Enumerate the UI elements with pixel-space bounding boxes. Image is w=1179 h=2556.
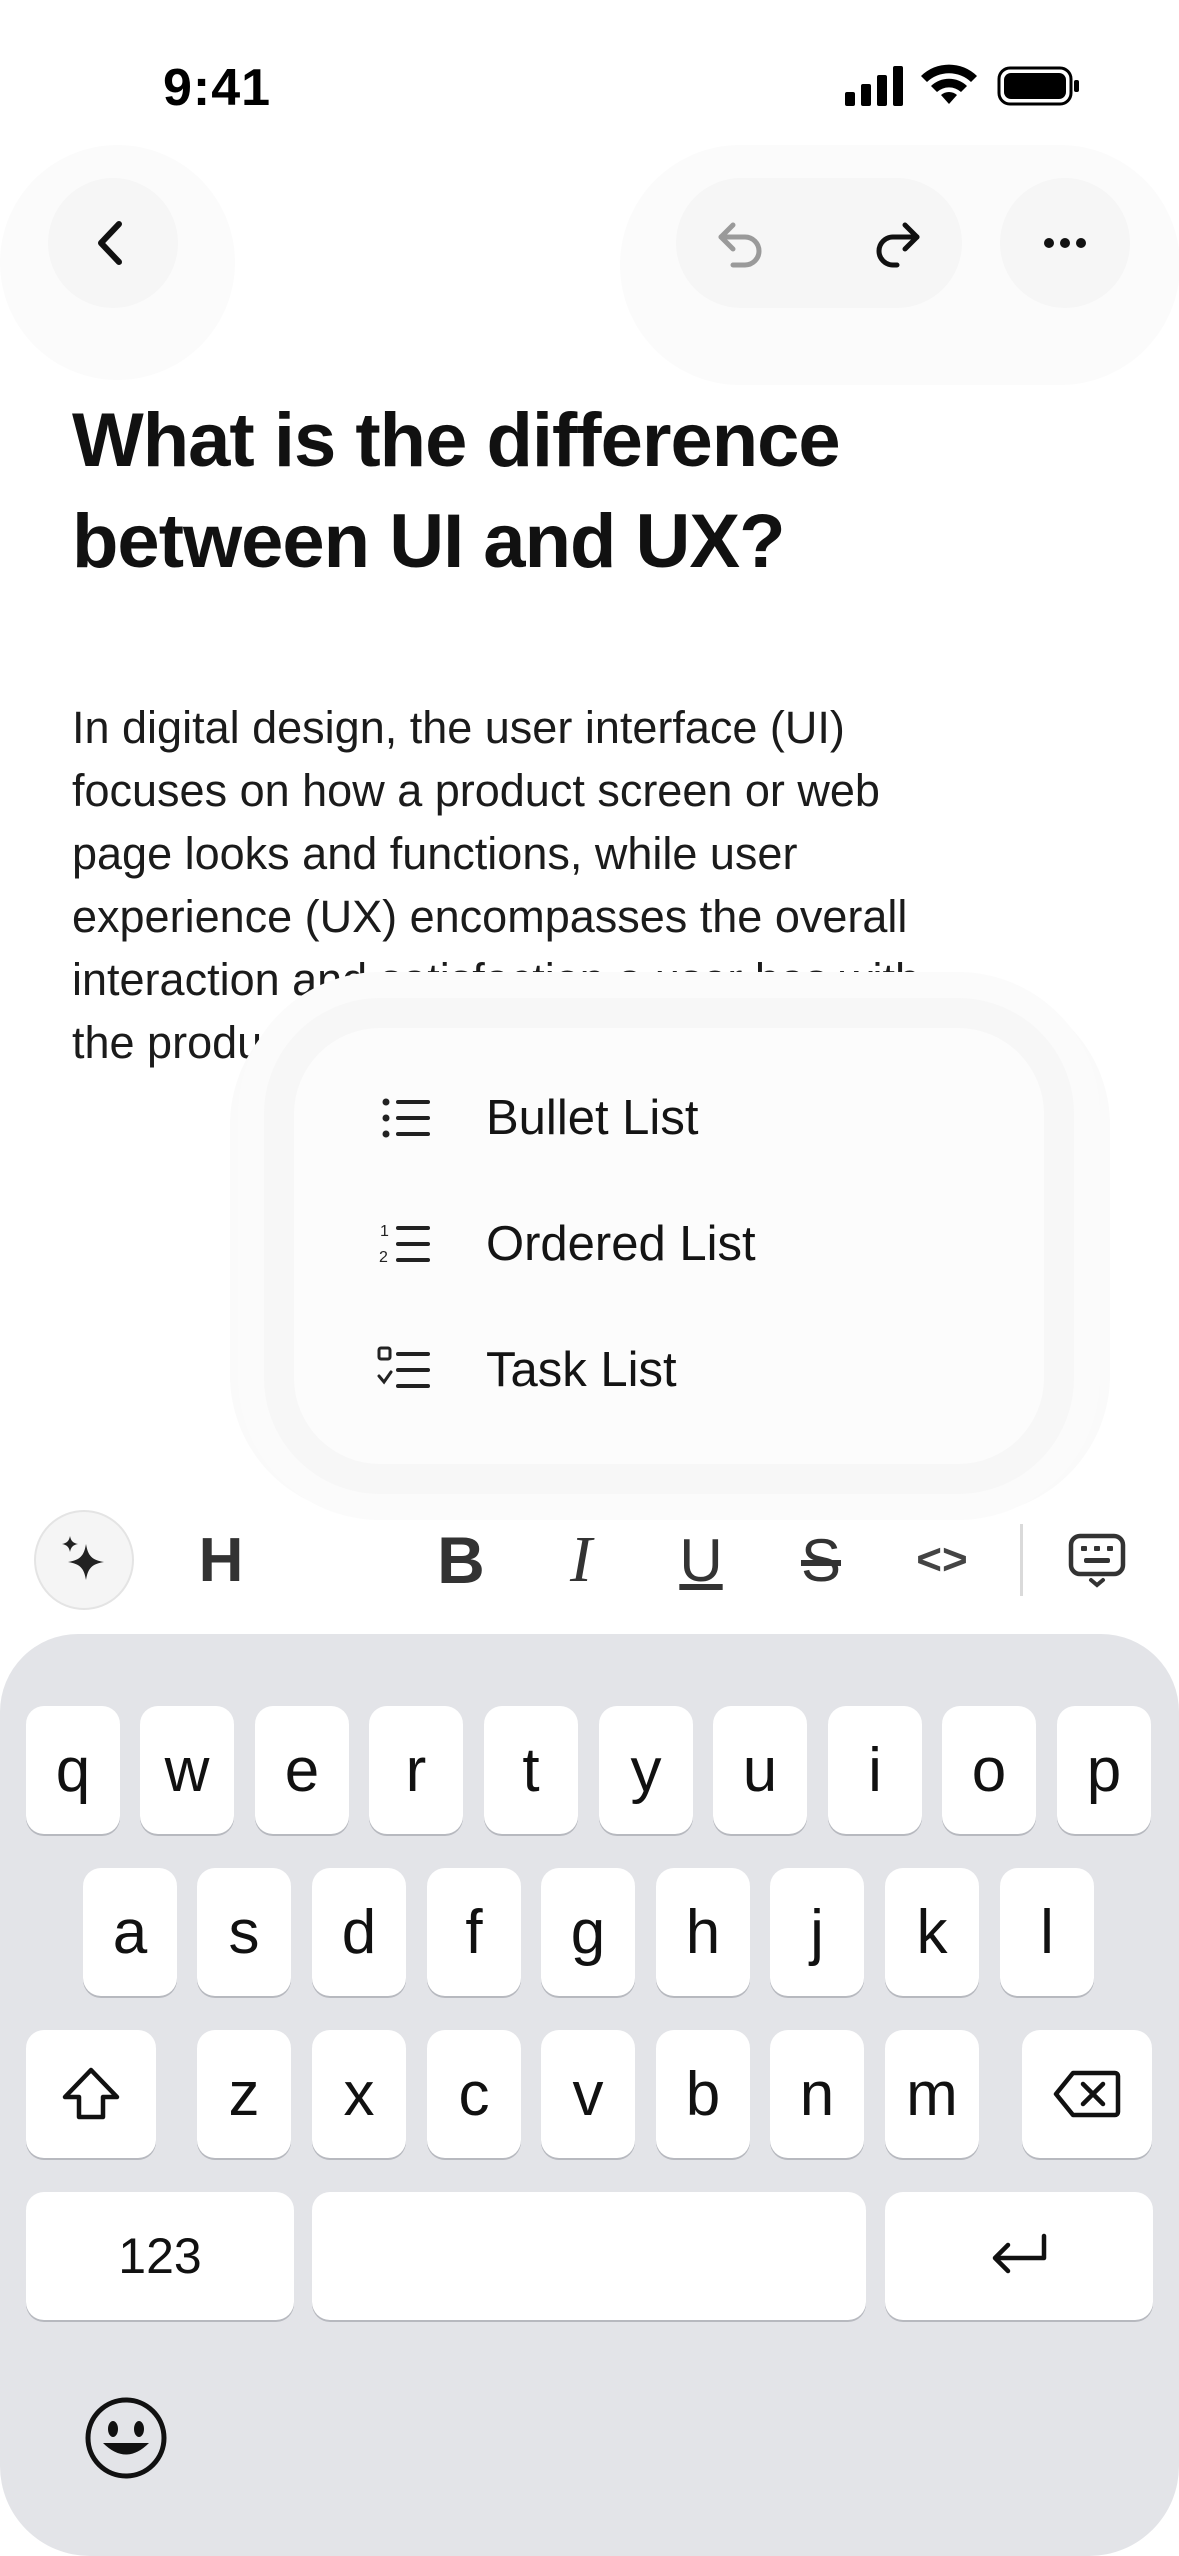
backspace-icon [1053,2070,1121,2118]
bullet-list-icon [382,1098,430,1138]
body-line: page looks and functions, while user [72,828,798,879]
title-line-2: between UI and UX? [72,499,786,584]
key-p[interactable]: p [1057,1706,1151,1834]
key-j[interactable]: j [770,1868,864,1996]
ordered-list-icon: 1 2 [379,1223,430,1266]
body-line: focuses on how a product screen or web [72,765,880,816]
key-v[interactable]: v [541,2030,635,2158]
key-n[interactable]: n [770,2030,864,2158]
status-icons [845,64,1079,106]
key-g[interactable]: g [541,1868,635,1996]
document-title[interactable]: What is the difference between UI and UX… [72,390,1102,592]
key-t[interactable]: t [484,1706,578,1834]
body-line: In digital design, the user interface (U… [72,702,845,753]
key-k[interactable]: k [885,1868,979,1996]
key-h[interactable]: h [656,1868,750,1996]
body-line: experience (UX) encompasses the overall [72,891,908,942]
task-list-icon [377,1346,430,1388]
menu-item-label: Ordered List [486,1217,756,1271]
key-c[interactable]: c [427,2030,521,2158]
heading-button[interactable]: H [186,1510,256,1610]
title-line-1: What is the difference [72,398,841,483]
battery-icon [997,66,1079,106]
key-i[interactable]: i [828,1706,922,1834]
undo-button[interactable] [676,178,806,308]
return-icon [992,2233,1047,2274]
redo-button[interactable] [832,178,962,308]
cellular-signal-icon [845,66,903,106]
wifi-icon [921,64,977,104]
redo-icon [876,222,920,268]
shift-icon [62,2067,120,2120]
key-e[interactable]: e [255,1706,349,1834]
menu-item-ordered-list[interactable]: 1 2 Ordered List [376,1194,756,1294]
key-q[interactable]: q [26,1706,120,1834]
key-f[interactable]: f [427,1868,521,1996]
code-button[interactable]: <> [902,1510,982,1610]
strikethrough-button[interactable]: S [786,1510,856,1610]
undo-icon [718,222,762,268]
italic-button[interactable]: I [546,1510,616,1610]
key-o[interactable]: o [942,1706,1036,1834]
key-z[interactable]: z [197,2030,291,2158]
status-time: 9:41 [163,59,272,117]
back-button[interactable] [48,178,178,308]
space-key[interactable] [312,2192,866,2320]
svg-text:1: 1 [380,1223,389,1240]
key-w[interactable]: w [140,1706,234,1834]
svg-text:2: 2 [379,1249,388,1266]
more-options-button[interactable] [1000,178,1130,308]
key-x[interactable]: x [312,2030,406,2158]
key-b[interactable]: b [656,2030,750,2158]
menu-item-task-list[interactable]: Task List [376,1320,677,1420]
key-a[interactable]: a [83,1868,177,1996]
menu-item-bullet-list[interactable]: Bullet List [376,1068,698,1168]
key-m[interactable]: m [885,2030,979,2158]
list-type-menu: Bullet List 1 2 Ordered List Task List [294,1028,1044,1464]
toolbar-divider [1020,1524,1023,1596]
delete-key[interactable] [1022,2030,1152,2158]
numbers-key[interactable]: 123 [26,2192,294,2320]
underline-button[interactable]: U [666,1510,736,1610]
key-l[interactable]: l [1000,1868,1094,1996]
menu-item-label: Bullet List [486,1091,699,1145]
chevron-left-icon [98,221,122,265]
keyboard-toggle-button[interactable] [1062,1510,1132,1610]
key-d[interactable]: d [312,1868,406,1996]
sparkles-icon [62,1536,104,1580]
key-s[interactable]: s [197,1868,291,1996]
shift-key[interactable] [26,2030,156,2158]
key-r[interactable]: r [369,1706,463,1834]
menu-item-label: Task List [486,1343,677,1397]
key-u[interactable]: u [713,1706,807,1834]
return-key[interactable] [885,2192,1153,2320]
keyboard-hide-icon [1068,1533,1126,1588]
bold-button[interactable]: B [426,1510,496,1610]
ai-assist-button[interactable] [34,1510,134,1610]
ellipsis-icon [1044,238,1086,248]
key-y[interactable]: y [599,1706,693,1834]
emoji-icon[interactable] [84,2396,168,2480]
